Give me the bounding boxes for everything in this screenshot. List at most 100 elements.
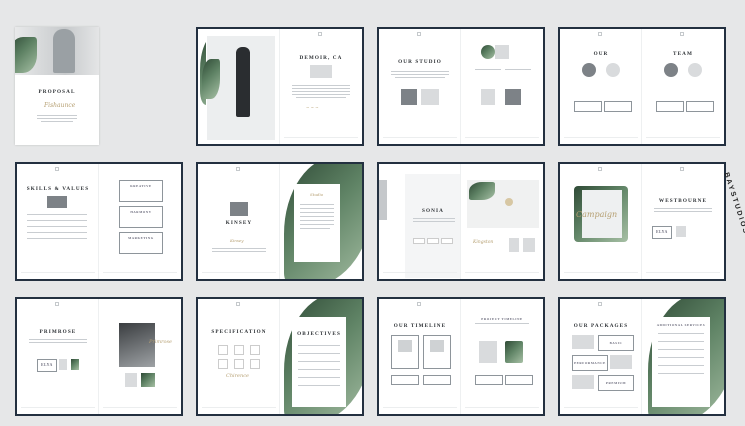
cover-page[interactable]: PROPOSAL Fishaunce (15, 27, 99, 145)
spread-studio[interactable]: OUR STUDIO (377, 27, 545, 146)
team-bio-box (604, 101, 632, 112)
spread-sonia[interactable]: SONIA Kingston (377, 162, 545, 281)
script-text: Kingston (473, 240, 494, 245)
value-box-label: MARKETING (128, 236, 154, 240)
photo (47, 196, 67, 208)
plant-leaf-image (469, 182, 495, 200)
photo (523, 238, 535, 252)
value-box: MARKETING (119, 232, 163, 254)
cover-title: PROPOSAL (38, 89, 76, 95)
spread-team[interactable]: OUR TEAM (558, 27, 726, 146)
script-text: Campaign (576, 210, 618, 219)
spread-title: SPECIFICATION (211, 329, 267, 335)
photo (125, 373, 137, 387)
photo (479, 341, 497, 363)
spread-westbourne[interactable]: Campaign WESTBOURNE ELYA (558, 162, 726, 281)
timeline-card (391, 335, 419, 369)
right-page: DEMOIR, CA ~ ~ ~ (279, 29, 362, 144)
right-page: PROJECT TIMELINE (460, 299, 543, 414)
spread-specification[interactable]: SPECIFICATION Chirence OBJECTIVES (196, 297, 364, 416)
spread-kinsey[interactable]: KINSEY Kinsey Studio (196, 162, 364, 281)
team-bio-box (686, 101, 714, 112)
spread-title: OUR TIMELINE (393, 323, 447, 329)
spread-subtitle: PROJECT TIMELINE (481, 317, 523, 321)
team-bio-box (656, 101, 684, 112)
team-avatar (664, 63, 678, 77)
right-page: ADDITIONAL SERVICES (641, 299, 724, 414)
photo (401, 89, 417, 105)
value-box: KREATIVE (119, 180, 163, 202)
left-page: Campaign (560, 164, 642, 279)
spread-title: SONIA (422, 208, 444, 214)
watch-image (505, 198, 513, 206)
right-page (460, 29, 543, 144)
photo (310, 65, 332, 78)
package-box: BASIC (598, 335, 634, 351)
model-figure (236, 47, 250, 117)
tag-label: ELYA (41, 363, 53, 367)
left-page: SKILLS & VALUES (17, 164, 99, 279)
spread-title-left: OUR (593, 51, 609, 57)
plant-leaf-image (505, 341, 523, 363)
team-avatar (582, 63, 596, 77)
tag-box: ELYA (37, 359, 57, 372)
left-page: OUR (560, 29, 642, 144)
photo-strip (379, 180, 387, 220)
right-page: KREATIVE HARMONY MARKETING (98, 164, 181, 279)
right-page: TEAM (641, 29, 724, 144)
left-page: OUR STUDIO (379, 29, 461, 144)
spread-primrose[interactable]: PRIMROSE ELYA Primrose (15, 297, 183, 416)
tag-box: ELYA (652, 226, 672, 239)
left-page: OUR PACKAGES BASIC PERFORMANCE PREMIUM (560, 299, 642, 414)
text-card: Studio (294, 184, 340, 262)
plant-leaf-image (202, 59, 220, 99)
right-page: WESTBOURNE ELYA (641, 164, 724, 279)
spread-title: SKILLS & VALUES (26, 186, 90, 192)
script-text: Primrose (149, 339, 173, 345)
cover-script: Fishaunce (44, 102, 76, 109)
photo (495, 45, 509, 59)
spread-demoir[interactable]: DEMOIR, CA ~ ~ ~ (196, 27, 364, 146)
photo (610, 355, 632, 369)
value-box-label: HARMONY (130, 210, 152, 214)
photo (230, 202, 248, 216)
photo (509, 238, 519, 252)
left-page: KINSEY Kinsey (198, 164, 280, 279)
value-box: HARMONY (119, 206, 163, 228)
tag-label: ELYA (656, 230, 668, 234)
script-text: Chirence (226, 373, 249, 379)
spread-title: OUR PACKAGES (573, 323, 629, 329)
spread-packages[interactable]: OUR PACKAGES BASIC PERFORMANCE PREMIUM A… (558, 297, 726, 416)
spread-title: PRIMROSE (39, 329, 77, 335)
spread-title: OUR STUDIO (398, 59, 442, 65)
photo (505, 89, 521, 105)
package-box: PREMIUM (598, 375, 634, 391)
left-page: PRIMROSE ELYA (17, 299, 99, 414)
script-left: Kinsey (230, 238, 244, 243)
spread-skills[interactable]: SKILLS & VALUES KREATIVE HARMONY MARKETI… (15, 162, 183, 281)
side-panel (405, 174, 463, 278)
spread-title-right: TEAM (673, 51, 693, 57)
team-bio-box (574, 101, 602, 112)
value-box-label: KREATIVE (130, 184, 152, 188)
spread-title: WESTBOURNE (658, 198, 708, 204)
package-label: PERFORMANCE (574, 361, 606, 365)
cover-title-card: PROPOSAL Fishaunce (31, 75, 83, 133)
spread-title: KINSEY (225, 220, 253, 226)
right-page: Primrose (98, 299, 181, 414)
spread-timeline[interactable]: OUR TIMELINE PROJECT TIMELINE (377, 297, 545, 416)
signature-script: ~ ~ ~ (306, 105, 319, 110)
left-page: SPECIFICATION Chirence (198, 299, 280, 414)
photo (421, 89, 439, 105)
team-avatar (688, 63, 702, 77)
right-page: OBJECTIVES (279, 299, 362, 414)
photo (676, 226, 686, 237)
photo (59, 359, 67, 370)
package-label: BASIC (609, 341, 623, 345)
spread-title: DEMOIR, CA (299, 55, 343, 61)
photo (481, 89, 495, 105)
package-label: PREMIUM (605, 381, 627, 385)
left-page (198, 29, 280, 144)
plant-leaf-image (71, 359, 79, 370)
services-card: ADDITIONAL SERVICES (652, 317, 710, 407)
